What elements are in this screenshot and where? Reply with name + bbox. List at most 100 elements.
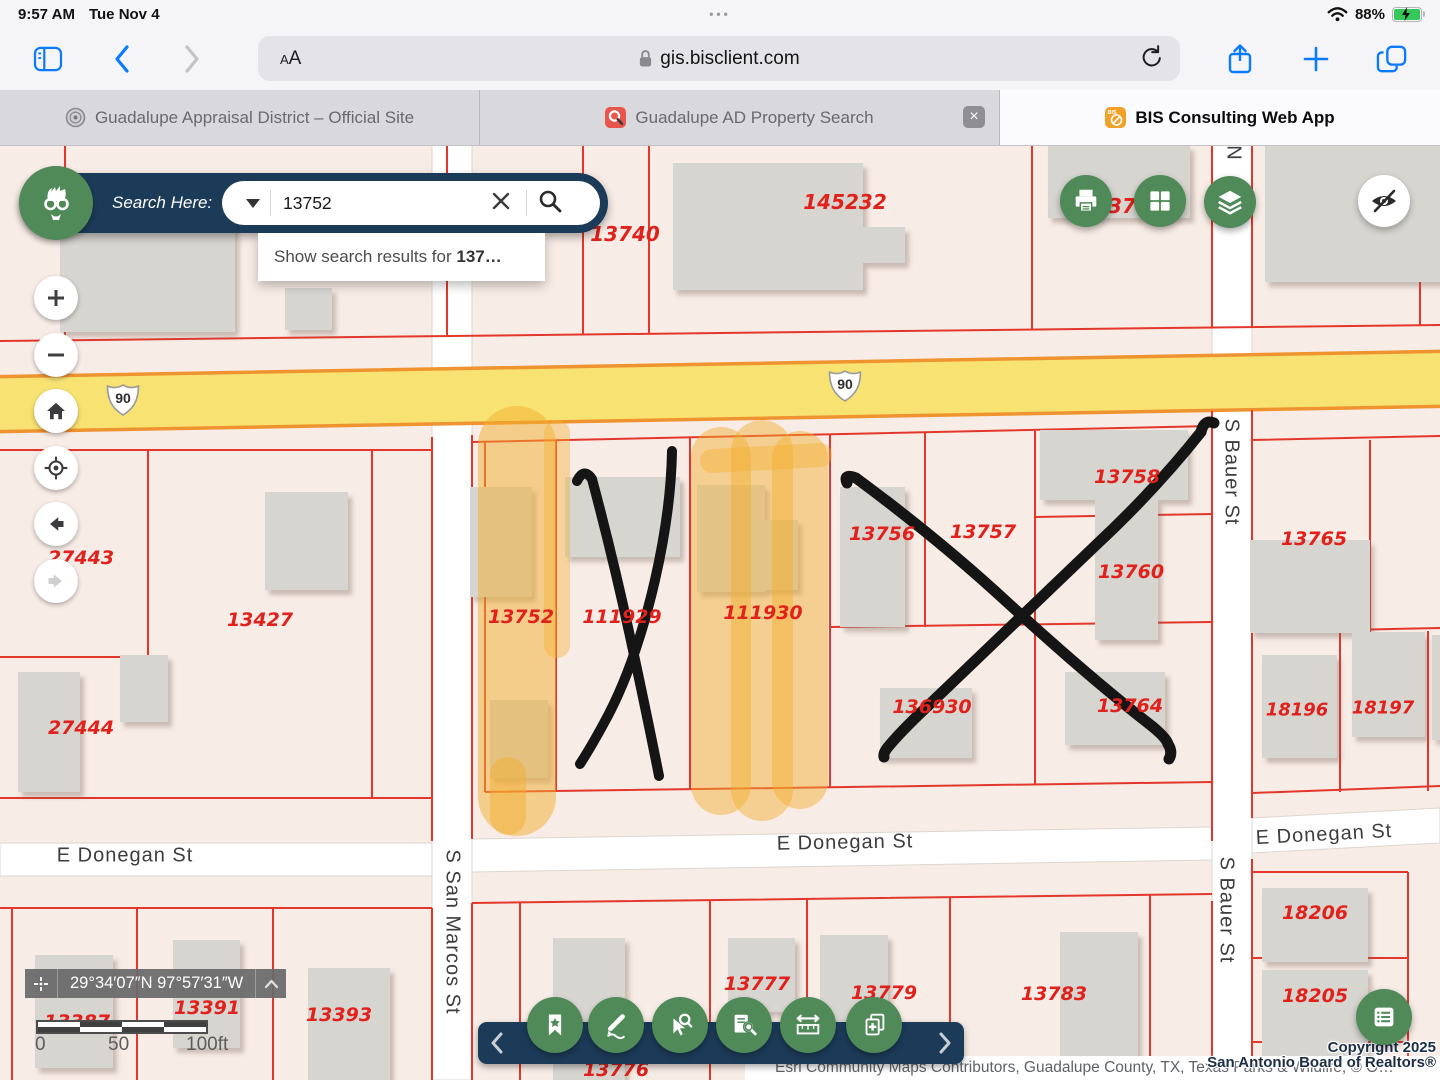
add-data-button[interactable]: [846, 997, 902, 1053]
document-search-icon: [729, 1010, 759, 1040]
tab-label: BIS Consulting Web App: [1135, 108, 1334, 128]
battery-percent: 88%: [1355, 6, 1385, 23]
reload-icon[interactable]: [1138, 43, 1162, 74]
url-text: gis.bisclient.com: [660, 48, 799, 70]
parcel-label-111929: 111929: [582, 606, 661, 628]
address-bar[interactable]: AA gis.bisclient.com: [258, 36, 1180, 81]
search-field[interactable]: [222, 181, 600, 225]
tab-bis-consulting[interactable]: BIS BIS Consulting Web App: [1000, 90, 1440, 145]
hide-annotations-button[interactable]: [1358, 175, 1410, 227]
multitask-dots[interactable]: •••: [0, 7, 1440, 21]
street-label: E Donegan St: [57, 845, 194, 868]
parcel-label-111930: 111930: [723, 602, 802, 624]
add-layer-icon: [859, 1010, 889, 1040]
back-arrow-icon: [44, 512, 68, 536]
parcel-label-13391: 13391: [174, 997, 240, 1019]
print-icon: [1071, 186, 1101, 216]
locate-icon: [43, 455, 69, 481]
next-extent-button[interactable]: [34, 559, 78, 603]
street-label: S San Marcos St: [441, 849, 464, 1014]
tab-label: Guadalupe AD Property Search: [635, 108, 873, 128]
search-dropdown-caret-icon[interactable]: [246, 199, 260, 208]
home-icon: [44, 399, 68, 423]
parcel-label-18197: 18197: [1352, 698, 1415, 719]
highway-shield-90-center: 90: [826, 369, 864, 403]
toolbar-prev-icon[interactable]: [490, 1022, 504, 1064]
chevron-up-icon[interactable]: [255, 969, 286, 998]
scale-bar: [36, 1020, 208, 1034]
measure-button[interactable]: [780, 997, 836, 1053]
parcel-label-13758: 13758: [1094, 466, 1160, 488]
tab-bar: Guadalupe Appraisal District – Official …: [0, 90, 1440, 146]
scale-mid: 50: [108, 1034, 129, 1056]
search-input[interactable]: [281, 192, 490, 215]
parcel-label-18205: 18205: [1282, 985, 1348, 1007]
pencil-icon: [601, 1010, 631, 1040]
street-label: S Bauer St: [1215, 857, 1238, 964]
zoom-in-button[interactable]: [34, 276, 78, 320]
scale-end: 100ft: [186, 1034, 228, 1056]
search-bar: Search Here:: [20, 173, 608, 233]
coordinates-value: 29°34′07″N 97°57′31″W: [58, 969, 255, 998]
parcel-label-13757: 13757: [950, 521, 1016, 543]
parcel-label-27444: 27444: [48, 717, 114, 739]
back-button[interactable]: [106, 28, 138, 90]
print-button[interactable]: [1060, 175, 1112, 227]
parcel-label-13752: 13752: [488, 606, 554, 628]
parcel-label-13756: 13756: [849, 523, 915, 545]
basemap-gallery-button[interactable]: [1134, 175, 1186, 227]
results-list-button[interactable]: [1356, 989, 1412, 1045]
browser-toolbar: AA gis.bisclient.com: [0, 28, 1440, 90]
parcel-label-13783: 13783: [1021, 983, 1087, 1005]
share-icon[interactable]: [1222, 28, 1258, 90]
battery-icon: [1392, 7, 1422, 22]
seal-favicon: [65, 107, 86, 128]
tab-property-search[interactable]: Guadalupe AD Property Search ×: [480, 90, 1000, 145]
zoom-out-button[interactable]: [34, 333, 78, 377]
toolbar-next-icon[interactable]: [938, 1022, 952, 1064]
forward-button[interactable]: [176, 28, 208, 90]
crosshair-icon: [25, 969, 58, 998]
scale-start: 0: [35, 1034, 46, 1056]
lock-icon: [638, 49, 653, 68]
grid-icon: [1146, 187, 1174, 215]
clear-search-icon[interactable]: [490, 190, 512, 217]
home-button[interactable]: [34, 389, 78, 433]
select-identify-button[interactable]: [652, 997, 708, 1053]
search-records-button[interactable]: [716, 997, 772, 1053]
street-label: E Donegan St: [777, 830, 914, 855]
street-label: S Bauer St: [1220, 419, 1243, 526]
parcel-label-13777: 13777: [724, 973, 790, 995]
forward-arrow-icon: [44, 569, 68, 593]
parcel-label-18196: 18196: [1266, 700, 1329, 721]
tab-label: Guadalupe Appraisal District – Official …: [95, 108, 414, 128]
bookmarks-button[interactable]: [527, 997, 583, 1053]
tab-guadalupe-official-site[interactable]: Guadalupe Appraisal District – Official …: [0, 90, 480, 145]
parcel-label-13393: 13393: [306, 1004, 372, 1026]
locate-button[interactable]: [34, 446, 78, 490]
bis-mascot-avatar[interactable]: [19, 166, 93, 240]
layers-button[interactable]: [1204, 176, 1256, 228]
parcel-label-13765: 13765: [1281, 528, 1347, 550]
coordinates-widget: 29°34′07″N 97°57′31″W: [25, 969, 286, 998]
bookmark-star-icon: [541, 1011, 569, 1039]
previous-extent-button[interactable]: [34, 502, 78, 546]
tabs-overview-icon[interactable]: [1372, 28, 1412, 90]
layers-icon: [1215, 187, 1245, 217]
new-tab-icon[interactable]: [1298, 28, 1334, 90]
copyright-notice: Copyright 2025 San Antonio Board of Real…: [1207, 1040, 1436, 1070]
parcel-label-13760: 13760: [1098, 561, 1164, 583]
bis-favicon: BIS: [1105, 107, 1126, 128]
close-tab-icon[interactable]: ×: [963, 106, 985, 128]
wifi-icon: [1327, 6, 1348, 22]
search-label: Search Here:: [112, 173, 212, 233]
sidebar-toggle-icon[interactable]: [30, 28, 66, 90]
table-list-icon: [1369, 1002, 1399, 1032]
search-suggestion[interactable]: Show search results for 137…: [258, 233, 545, 281]
street-label: N: [1222, 145, 1245, 160]
search-submit-icon[interactable]: [537, 188, 563, 219]
measure-icon: [793, 1010, 823, 1040]
property-search-favicon: [605, 107, 626, 128]
ipad-screen: 9:57 AM Tue Nov 4 ••• 88%: [0, 0, 1440, 1080]
draw-button[interactable]: [588, 997, 644, 1053]
